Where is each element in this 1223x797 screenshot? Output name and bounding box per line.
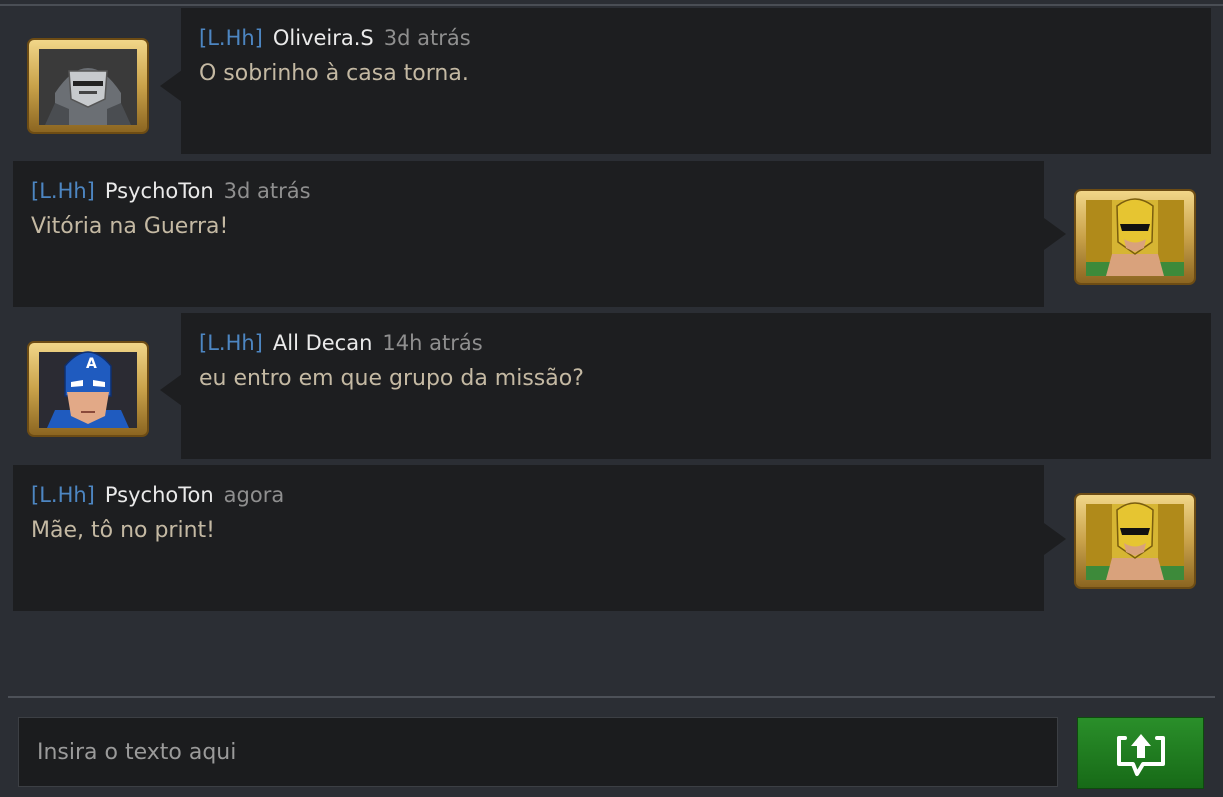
message-input-box[interactable] (18, 717, 1058, 787)
send-message-icon (1117, 734, 1165, 776)
sender-name[interactable]: PsychoTon (105, 483, 214, 507)
message-input[interactable] (19, 718, 1057, 786)
message-timestamp: 14h atrás (382, 331, 483, 355)
alliance-tag: [L.Hh] (31, 483, 95, 507)
bubble-tail (1044, 218, 1066, 250)
captain-america-avatar-icon[interactable]: A (25, 336, 151, 440)
iron-fist-avatar-icon[interactable] (1072, 488, 1198, 592)
sender-name[interactable]: PsychoTon (105, 179, 214, 203)
sender-name[interactable]: Oliveira.S (273, 26, 374, 50)
message-timestamp: 3d atrás (383, 26, 471, 50)
message-text: Mãe, tô no print! (31, 518, 215, 543)
alliance-tag: [L.Hh] (199, 26, 263, 50)
send-button[interactable] (1077, 717, 1204, 789)
sender-name[interactable]: All Decan (273, 331, 373, 355)
message-timestamp: agora (223, 483, 285, 507)
iron-fist-avatar-icon[interactable] (1072, 184, 1198, 288)
alliance-tag: [L.Hh] (199, 331, 263, 355)
message-timestamp: 3d atrás (223, 179, 311, 203)
chat-message[interactable]: [L.Hh] Oliveira.S 3d atrás O sobrinho à ca… (181, 8, 1211, 154)
chat-message[interactable]: [L.Hh] PsychoTon 3d atrás Vitória na Guerr… (13, 161, 1044, 307)
top-divider (0, 4, 1223, 6)
composer-divider (8, 696, 1215, 698)
message-text: Vitória na Guerra! (31, 214, 229, 239)
message-text: eu entro em que grupo da missão? (199, 366, 584, 391)
chat-message[interactable]: [L.Hh] All Decan 14h atrás eu entro em que… (181, 313, 1211, 459)
bubble-tail (1044, 523, 1066, 555)
chat-message[interactable]: [L.Hh] PsychoTon agora Mãe, tô no print! (13, 465, 1044, 611)
bubble-tail (160, 70, 182, 102)
message-text: O sobrinho à casa torna. (199, 61, 469, 86)
bubble-tail (160, 374, 182, 406)
alliance-tag: [L.Hh] (31, 179, 95, 203)
svg-text:A: A (86, 356, 97, 372)
war-machine-avatar-icon[interactable] (25, 33, 151, 137)
